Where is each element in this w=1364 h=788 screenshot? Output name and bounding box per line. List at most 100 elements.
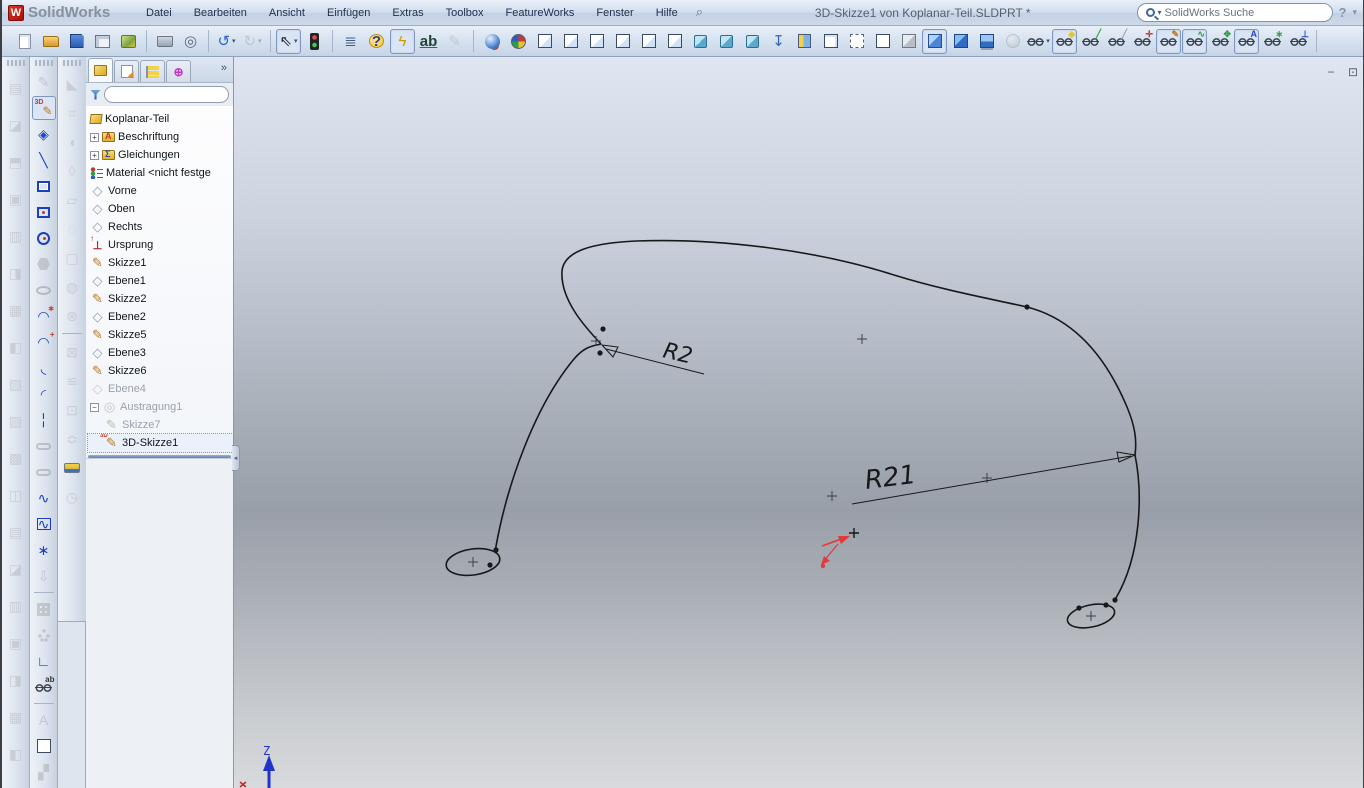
feature-tool-6[interactable]: ◨ <box>4 255 28 290</box>
tree-item-vorne[interactable]: Vorne <box>88 182 233 200</box>
open-document-button[interactable] <box>38 29 63 54</box>
mirror-entities-button[interactable]: ▞ <box>32 760 56 784</box>
redo-button[interactable]: ↻ ▾ <box>240 29 265 54</box>
three-point-arc-button[interactable]: ◜ <box>32 382 56 406</box>
feature-tool-1[interactable]: ▤ <box>4 70 28 105</box>
configurationmanager-tab[interactable] <box>140 60 165 82</box>
select-button[interactable]: ⇖ ▾ <box>276 28 301 54</box>
panel-splitter-handle[interactable]: ◂ <box>232 445 240 471</box>
feature-tool-18[interactable]: ▦ <box>4 699 28 734</box>
feature-tool-12[interactable]: ◫ <box>4 477 28 512</box>
toolbar-grip[interactable] <box>6 60 25 66</box>
feature-tool-15[interactable]: ▥ <box>4 588 28 623</box>
eval-tool-3[interactable]: ◖ <box>60 128 84 155</box>
search-input[interactable]: ▾ SolidWorks Suche <box>1136 3 1333 22</box>
apply-scene-button[interactable] <box>506 29 531 54</box>
menu-extras[interactable]: Extras <box>382 4 433 22</box>
tree-item-skizze2[interactable]: Skizze2 <box>88 290 233 308</box>
tree-item-ebene3[interactable]: Ebene3 <box>88 344 233 362</box>
featuremanager-tab[interactable] <box>88 58 113 82</box>
eval-tool-12[interactable]: ⊡ <box>60 396 84 423</box>
options-button[interactable]: ≣ <box>338 29 363 54</box>
feature-tool-14[interactable]: ◪ <box>4 551 28 586</box>
feature-tool-8[interactable]: ◧ <box>4 329 28 364</box>
make-assembly-from-part-button[interactable] <box>116 29 141 54</box>
new-document-button[interactable] <box>12 29 37 54</box>
sketch-canvas[interactable]: R2 R21 Z <box>234 57 1363 788</box>
more-tabs-button[interactable]: » <box>221 62 231 78</box>
dimension-r21[interactable]: R21 <box>851 451 1137 505</box>
circle-button[interactable] <box>32 226 56 250</box>
tree-item-ebene4[interactable]: Ebene4 <box>88 380 233 398</box>
feature-tool-3[interactable]: ⬒ <box>4 144 28 179</box>
realview-button[interactable] <box>1000 29 1025 54</box>
tree-item-ursprung[interactable]: Ursprung <box>88 236 233 254</box>
view-planes-button[interactable]: ◆ <box>1052 28 1077 54</box>
line-button[interactable]: ╲ <box>32 148 56 172</box>
partial-ellipse-button[interactable]: ◠ ∗ <box>32 304 56 328</box>
toolbar-grip[interactable] <box>63 60 81 66</box>
sketch-button[interactable]: ✎ <box>32 70 56 94</box>
feature-tool-13[interactable]: ▤ <box>4 514 28 549</box>
display-shadows-button[interactable] <box>974 29 999 54</box>
zoom-to-fit-button[interactable] <box>480 29 505 54</box>
feature-tool-19[interactable]: ◧ <box>4 736 28 771</box>
eval-tool-1[interactable]: ◣ <box>60 70 84 97</box>
help-caret-icon[interactable]: ▾ <box>1352 7 1357 18</box>
save-document-button[interactable] <box>64 29 89 54</box>
display-shaded-button[interactable] <box>948 29 973 54</box>
tree-item-gleichungen[interactable]: + Gleichungen <box>88 146 233 164</box>
view-sketches-button[interactable]: ✎ <box>1156 28 1181 54</box>
tree-item-beschriftung[interactable]: + Beschriftung <box>88 128 233 146</box>
print-button[interactable] <box>152 29 177 54</box>
dropdown-arrow-icon[interactable]: ▾ <box>232 37 236 45</box>
search-scope-caret-icon[interactable]: ▾ <box>1158 8 1162 17</box>
feature-tool-11[interactable]: ▩ <box>4 440 28 475</box>
section-view-button[interactable] <box>792 29 817 54</box>
view-bottom-button[interactable] <box>662 29 687 54</box>
mass-properties-button[interactable]: ◷ <box>60 483 84 510</box>
hide-show-items-button[interactable]: ▾ <box>1026 29 1051 54</box>
display-shaded-with-edges-button[interactable] <box>922 28 947 54</box>
tree-item-austragung1[interactable]: − Austragung1 <box>88 398 233 416</box>
view-isometric-button[interactable] <box>688 29 713 54</box>
view-sketch-relations-button[interactable]: ✥ <box>1208 29 1233 54</box>
feature-tool-10[interactable]: ▨ <box>4 403 28 438</box>
eval-tool-5[interactable]: ▱ <box>60 186 84 213</box>
eval-tool-7[interactable]: ▢ <box>60 244 84 271</box>
eval-tool-6[interactable]: ◌ <box>60 215 84 242</box>
circular-sketch-pattern-button[interactable] <box>32 623 56 647</box>
convert-entities-button[interactable] <box>32 734 56 758</box>
display-hidden-lines-visible-button[interactable] <box>844 29 869 54</box>
point-button[interactable]: ∗ <box>32 538 56 562</box>
view-right-button[interactable] <box>610 29 635 54</box>
display-wireframe-button[interactable] <box>818 29 843 54</box>
graphics-viewport[interactable]: − ⊡ R2 R21 Z <box>234 57 1363 788</box>
display-hidden-lines-removed-button[interactable] <box>870 29 895 54</box>
polygon-button[interactable] <box>32 252 56 276</box>
menu-datei[interactable]: Datei <box>136 4 182 22</box>
view-points-button[interactable]: ∗ <box>1260 29 1285 54</box>
view-origins-button[interactable]: ⊥ <box>1286 29 1311 54</box>
tree-item-part[interactable]: Koplanar-Teil <box>88 110 233 128</box>
help-balloon-button[interactable]: ? <box>364 29 389 54</box>
tree-item-skizze5[interactable]: Skizze5 <box>88 326 233 344</box>
feature-tool-5[interactable]: ▥ <box>4 218 28 253</box>
menu-ansicht[interactable]: Ansicht <box>259 4 315 22</box>
tree-expander[interactable]: − <box>90 402 99 412</box>
view-curves-button[interactable]: ∿ <box>1182 28 1207 54</box>
view-left-button[interactable] <box>584 29 609 54</box>
tree-item-ebene1[interactable]: Ebene1 <box>88 272 233 290</box>
help-icon[interactable]: ? <box>1339 5 1347 20</box>
dropdown-arrow-icon[interactable]: ▾ <box>258 37 262 45</box>
text-tool-button[interactable]: A <box>32 708 56 732</box>
linear-sketch-pattern-button[interactable] <box>32 597 56 621</box>
dimxpertmanager-tab[interactable]: ⊕ <box>166 60 191 82</box>
sketch-origin[interactable] <box>820 528 859 569</box>
spline-button[interactable]: ∿ <box>32 486 56 510</box>
view-dimetric-button[interactable] <box>714 29 739 54</box>
restore-document-button[interactable]: ⊡ <box>1345 65 1361 79</box>
eval-tool-9[interactable]: ⊗ <box>60 302 84 329</box>
sketch-entity-button[interactable]: ✎ <box>442 29 467 54</box>
toolbar-grip[interactable] <box>34 60 53 66</box>
